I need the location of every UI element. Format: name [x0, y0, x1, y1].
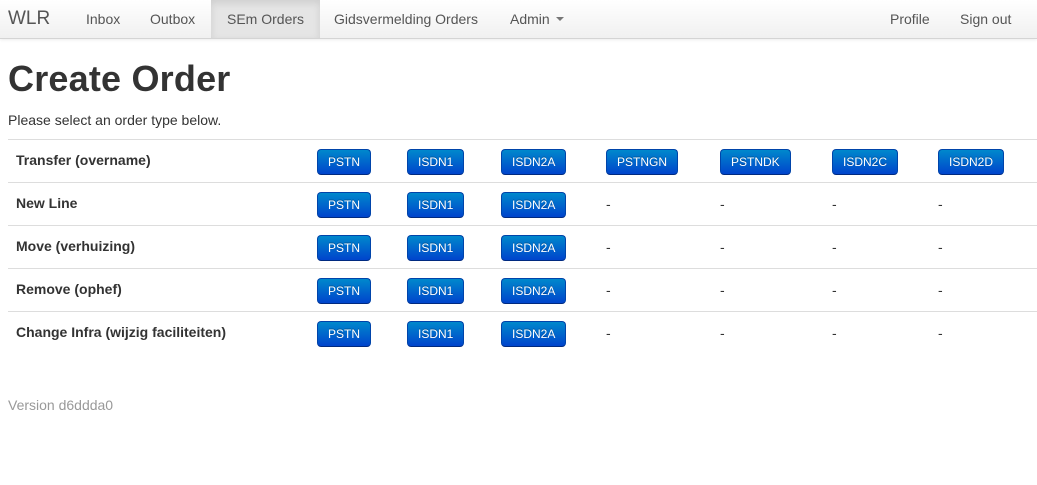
table-row: Transfer (overname) PSTN ISDN1 ISDN2A PSTNGN…: [8, 139, 1037, 182]
order-isdn1-button[interactable]: ISDN1: [407, 321, 465, 347]
unavailable-cell: -: [938, 282, 943, 298]
order-type-label: Transfer (overname): [16, 152, 151, 168]
order-isdn1-button[interactable]: ISDN1: [407, 192, 465, 218]
order-isdn2a-button[interactable]: ISDN2A: [501, 321, 567, 347]
nav-outbox[interactable]: Outbox: [134, 0, 211, 38]
unavailable-cell: -: [832, 282, 837, 298]
order-type-table: Transfer (overname) PSTN ISDN1 ISDN2A PSTNGN…: [8, 139, 1037, 354]
order-isdn2c-button[interactable]: ISDN2C: [832, 149, 899, 175]
unavailable-cell: -: [606, 325, 611, 341]
page-subtitle: Please select an order type below.: [8, 112, 222, 128]
order-isdn2d-button[interactable]: ISDN2D: [938, 149, 1005, 175]
nav-profile[interactable]: Profile: [874, 0, 946, 38]
version-label: Version d6ddda0: [8, 397, 114, 413]
button-cell: ISDN1: [407, 321, 465, 347]
order-pstndk-button[interactable]: PSTNDK: [720, 149, 791, 175]
unavailable-cell: -: [720, 196, 725, 212]
button-cell: PSTN: [317, 278, 372, 304]
unavailable-cell: -: [938, 239, 943, 255]
order-isdn2a-button[interactable]: ISDN2A: [501, 235, 567, 261]
table-row: New Line PSTN ISDN1 ISDN2A - - - -: [8, 182, 1037, 225]
button-cell: PSTN: [317, 321, 372, 347]
button-cell: ISDN2D: [938, 149, 1005, 175]
nav-gidsvermelding-orders[interactable]: Gidsvermelding Orders: [318, 0, 494, 38]
nav-admin-label: Admin: [510, 11, 550, 27]
order-isdn1-button[interactable]: ISDN1: [407, 278, 465, 304]
button-cell: ISDN2A: [501, 235, 567, 261]
button-cell: PSTN: [317, 149, 372, 175]
button-cell: ISDN2A: [501, 321, 567, 347]
order-pstn-button[interactable]: PSTN: [317, 192, 372, 218]
unavailable-cell: -: [606, 196, 611, 212]
button-cell: ISDN2A: [501, 278, 567, 304]
table-row: Remove (ophef) PSTN ISDN1 ISDN2A - - - -: [8, 268, 1037, 311]
order-pstn-button[interactable]: PSTN: [317, 278, 372, 304]
order-pstn-button[interactable]: PSTN: [317, 235, 372, 261]
order-isdn2a-button[interactable]: ISDN2A: [501, 278, 567, 304]
unavailable-cell: -: [720, 239, 725, 255]
unavailable-cell: -: [938, 325, 943, 341]
order-type-label: Remove (ophef): [16, 281, 122, 297]
button-cell: PSTNGN: [606, 149, 679, 175]
button-cell: PSTN: [317, 235, 372, 261]
nav-inbox[interactable]: Inbox: [70, 0, 136, 38]
unavailable-cell: -: [832, 239, 837, 255]
nav-sem-orders[interactable]: SEm Orders: [211, 0, 321, 38]
nav-admin-dropdown[interactable]: Admin: [494, 0, 580, 38]
brand-link[interactable]: WLR: [8, 8, 50, 30]
button-cell: ISDN2C: [832, 149, 899, 175]
button-cell: ISDN2A: [501, 149, 567, 175]
unavailable-cell: -: [720, 325, 725, 341]
unavailable-cell: -: [832, 325, 837, 341]
top-navbar: WLR Inbox Outbox SEm Orders Gidsvermeldi…: [0, 0, 1037, 39]
nav-sign-out[interactable]: Sign out: [944, 0, 1027, 38]
unavailable-cell: -: [606, 239, 611, 255]
button-cell: PSTNDK: [720, 149, 791, 175]
order-isdn1-button[interactable]: ISDN1: [407, 149, 465, 175]
table-row: Change Infra (wijzig faciliteiten) PSTN IS…: [8, 311, 1037, 354]
table-row: Move (verhuizing) PSTN ISDN1 ISDN2A - - - -: [8, 225, 1037, 268]
order-isdn2a-button[interactable]: ISDN2A: [501, 149, 567, 175]
button-cell: ISDN2A: [501, 192, 567, 218]
button-cell: ISDN1: [407, 278, 465, 304]
order-isdn2a-button[interactable]: ISDN2A: [501, 192, 567, 218]
order-type-label: New Line: [16, 195, 78, 211]
order-pstn-button[interactable]: PSTN: [317, 321, 372, 347]
order-type-label: Change Infra (wijzig faciliteiten): [16, 324, 227, 340]
order-pstngn-button[interactable]: PSTNGN: [606, 149, 679, 175]
page-title: Create Order: [8, 58, 231, 99]
unavailable-cell: -: [832, 196, 837, 212]
order-isdn1-button[interactable]: ISDN1: [407, 235, 465, 261]
button-cell: PSTN: [317, 192, 372, 218]
unavailable-cell: -: [606, 282, 611, 298]
unavailable-cell: -: [720, 282, 725, 298]
order-type-label: Move (verhuizing): [16, 238, 136, 254]
button-cell: ISDN1: [407, 235, 465, 261]
button-cell: ISDN1: [407, 192, 465, 218]
button-cell: ISDN1: [407, 149, 465, 175]
order-pstn-button[interactable]: PSTN: [317, 149, 372, 175]
caret-down-icon: [555, 17, 564, 22]
unavailable-cell: -: [938, 196, 943, 212]
